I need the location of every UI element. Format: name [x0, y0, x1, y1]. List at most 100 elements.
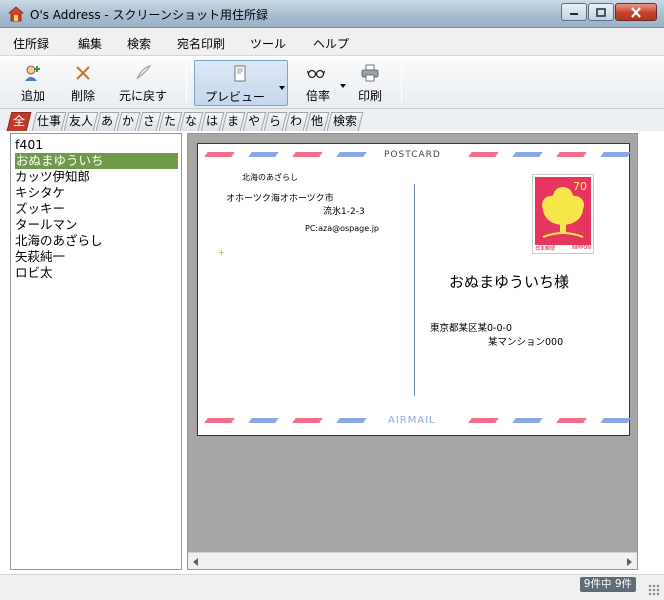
tab-ta[interactable]: た: [158, 112, 183, 131]
address-divider: [414, 184, 415, 396]
toolbar-separator: [401, 63, 402, 103]
maximize-button[interactable]: [588, 3, 614, 21]
tab-all[interactable]: 全: [6, 112, 32, 131]
tab-ha[interactable]: は: [200, 112, 225, 131]
sender-email: PC:aza@ospage.jp: [305, 224, 379, 233]
stamp-footer: 日本郵便 NIPPON: [535, 245, 591, 252]
stripe-dash: [336, 152, 367, 157]
tab-label: わ: [290, 114, 303, 128]
toolbar: 追加 削除 元に戻す プレビュー 倍率 印刷: [0, 57, 664, 109]
stripe-dash: [512, 418, 543, 423]
preview-label: プレビュー: [204, 90, 265, 104]
print-button[interactable]: 印刷: [352, 60, 388, 106]
tab-label: か: [122, 114, 135, 128]
maximize-icon: [596, 7, 606, 17]
undo-label: 元に戻す: [118, 89, 167, 103]
preview-button[interactable]: プレビュー: [194, 60, 288, 106]
tab-label: 検索: [332, 114, 357, 128]
menu-address-book[interactable]: 住所録: [13, 35, 49, 52]
delete-label: 削除: [70, 89, 95, 103]
add-label: 追加: [20, 89, 45, 103]
close-button[interactable]: [615, 3, 657, 21]
list-item[interactable]: カッツ伊知郎: [15, 169, 90, 185]
postcard-footer: AIRMAIL: [388, 415, 436, 426]
postcard-header: POSTCARD: [384, 150, 441, 160]
stamp-label-right: NIPPON: [572, 245, 591, 251]
house-icon: [8, 6, 24, 22]
list-item[interactable]: タールマン: [15, 217, 78, 233]
stripe-dash: [292, 418, 323, 423]
sparkle-icon: +: [218, 248, 225, 257]
list-item[interactable]: f401: [15, 137, 43, 153]
delete-button[interactable]: 削除: [62, 60, 104, 106]
tab-wa[interactable]: わ: [284, 112, 309, 131]
list-item-selected[interactable]: おぬまゆういち: [15, 153, 178, 169]
menu-help[interactable]: ヘルプ: [313, 35, 349, 52]
sender-name: 北海のあざらし: [242, 173, 298, 182]
list-item[interactable]: 矢萩純一: [15, 249, 65, 265]
stamp-label-left: 日本郵便: [535, 246, 556, 252]
tab-ra[interactable]: ら: [263, 112, 288, 131]
menu-edit[interactable]: 編集: [78, 35, 102, 52]
stripe-dash: [556, 152, 587, 157]
stamp-face: 70: [535, 177, 591, 245]
print-label: 印刷: [357, 89, 382, 103]
tab-label: 仕事: [36, 114, 61, 128]
recipient-name: おぬまゆういち様: [449, 273, 570, 291]
list-item[interactable]: 北海のあざらし: [15, 233, 103, 249]
tab-label: ら: [269, 114, 282, 128]
preview-dropdown-icon[interactable]: [279, 86, 285, 90]
tab-other[interactable]: 他: [305, 112, 330, 131]
stripe-dash: [468, 418, 499, 423]
stamp: 70 日本郵便 NIPPON: [532, 174, 594, 254]
preview-panel[interactable]: POSTCARD 北海のあざらし オホーツク海オホーツク市 流氷1-2-3 PC…: [187, 133, 638, 570]
menu-search[interactable]: 検索: [127, 35, 151, 52]
recipient-address-line1: 東京都某区某0-0-0: [430, 323, 512, 334]
tab-ka[interactable]: か: [116, 112, 141, 131]
horizontal-scrollbar[interactable]: [188, 552, 637, 569]
tab-sa[interactable]: さ: [137, 112, 162, 131]
printer-icon: [361, 64, 379, 82]
add-person-icon: [25, 65, 40, 81]
list-item[interactable]: キシタケ: [15, 185, 65, 201]
stripe-dash: [248, 152, 279, 157]
preview-document-icon: [234, 65, 246, 82]
list-item[interactable]: ズッキー: [15, 201, 65, 217]
minimize-button[interactable]: [561, 3, 587, 21]
index-tab-strip: 全 仕事 友人 あ か さ た な は ま や ら わ 他 検索: [0, 109, 664, 131]
tab-ma[interactable]: ま: [221, 112, 246, 131]
tab-friends[interactable]: 友人: [63, 112, 99, 131]
tab-search[interactable]: 検索: [326, 112, 364, 131]
stripe-dash: [292, 152, 323, 157]
add-button[interactable]: 追加: [12, 60, 54, 106]
menu-address-print[interactable]: 宛名印刷: [177, 35, 225, 52]
stripe-dash: [248, 418, 279, 423]
status-bar: 9件中 9件: [0, 574, 664, 600]
undo-button[interactable]: 元に戻す: [112, 60, 174, 106]
scroll-left-icon[interactable]: [193, 558, 198, 566]
resize-grip-icon[interactable]: [648, 584, 660, 596]
zoom-button[interactable]: 倍率: [298, 60, 348, 106]
recipient-address-line2: 某マンション000: [488, 337, 564, 348]
tab-a[interactable]: あ: [95, 112, 120, 131]
tab-label: 他: [311, 114, 324, 128]
stripe-dash: [468, 152, 499, 157]
tab-na[interactable]: な: [179, 112, 204, 131]
scroll-right-icon[interactable]: [627, 558, 632, 566]
tab-ya[interactable]: や: [242, 112, 267, 131]
list-item[interactable]: ロビ太: [15, 265, 53, 281]
zoom-dropdown-icon[interactable]: [340, 84, 346, 88]
sender-address-line1: オホーツク海オホーツク市: [226, 194, 334, 204]
stripe-dash: [204, 418, 235, 423]
stripe-dash: [204, 152, 235, 157]
tab-label: さ: [143, 114, 156, 128]
minimize-icon: [570, 13, 578, 15]
tab-label: は: [206, 114, 219, 128]
close-icon: [631, 6, 641, 18]
address-list[interactable]: f401 おぬまゆういち カッツ伊知郎 キシタケ ズッキー タールマン 北海のあ…: [10, 133, 182, 570]
stripe-dash: [336, 418, 367, 423]
tab-work[interactable]: 仕事: [31, 112, 67, 131]
menu-tools[interactable]: ツール: [250, 35, 286, 52]
tab-label: 全: [12, 114, 25, 128]
stripe-dash: [600, 418, 631, 423]
